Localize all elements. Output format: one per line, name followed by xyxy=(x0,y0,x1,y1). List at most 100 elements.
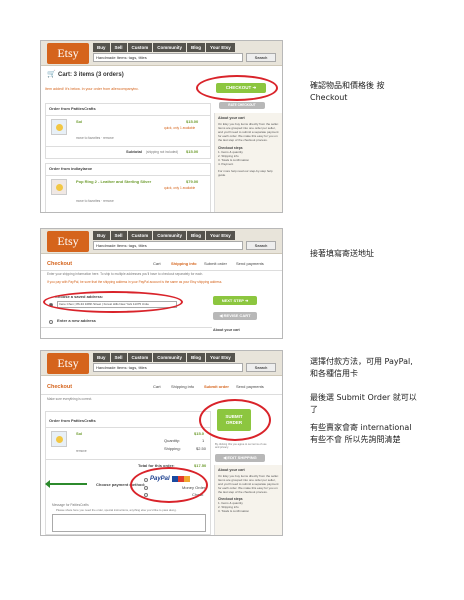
etsy-logo[interactable]: Etsy xyxy=(47,231,89,252)
subtotal-label: Subtotal xyxy=(126,149,142,154)
item1-availability: quick, only 1 available xyxy=(164,126,196,130)
etsy-logo[interactable]: Etsy xyxy=(47,353,89,374)
tab-submit-order[interactable]: Submit order xyxy=(204,261,227,267)
cart-screenshot: Etsy Buy Sell Custom Community Blog Your… xyxy=(40,40,283,213)
item2-thumbnail[interactable] xyxy=(51,179,67,195)
next-step-button[interactable]: NEXT STEP ➜ xyxy=(213,296,257,305)
tab-shipping-info[interactable]: Shipping info xyxy=(171,384,194,390)
tab-send-payments[interactable]: Send payments xyxy=(236,261,264,267)
nav-your-etsy[interactable]: Your Etsy xyxy=(206,43,235,52)
nav-custom[interactable]: Custom xyxy=(127,43,153,52)
item2-price: $79.00 xyxy=(186,179,199,184)
nav-community[interactable]: Community xyxy=(153,353,187,362)
nav-your-etsy[interactable]: Your Etsy xyxy=(206,353,235,362)
divider xyxy=(41,394,282,395)
shipping-screenshot: Etsy Buy Sell Custom Community Blog Your… xyxy=(40,228,283,339)
tab-cart[interactable]: Cart xyxy=(153,261,161,267)
nav-sell[interactable]: Sell xyxy=(110,43,127,52)
caption-payment: 選擇付款方法，可用 PayPal, 和各種信用卡 xyxy=(310,357,413,378)
nav-blog[interactable]: Blog xyxy=(187,231,206,240)
nav-buy[interactable]: Buy xyxy=(93,43,110,52)
tab-submit-order[interactable]: Submit order xyxy=(204,384,229,390)
item1-thumbnail[interactable] xyxy=(51,119,67,135)
divider xyxy=(46,427,210,428)
step-3: 3. Totals & confirmation xyxy=(218,509,250,514)
help-link[interactable]: For more help read our step-by-step help… xyxy=(218,169,279,177)
nav-community[interactable]: Community xyxy=(153,231,187,240)
divider xyxy=(46,175,210,176)
caption-shipping: 接著填寫寄送地址 xyxy=(310,249,374,258)
search-input[interactable]: Handmade Items: tags, titles xyxy=(93,363,243,372)
subtotal-value: $15.00 xyxy=(186,149,199,154)
order-header: Order from PattiesCrafts xyxy=(49,418,96,423)
rate-checkout-button[interactable]: RATE CHECKOUT xyxy=(219,102,265,109)
divider xyxy=(46,459,210,460)
item-price: $15.0 xyxy=(194,431,205,436)
checkout-title: Checkout xyxy=(47,384,73,390)
about-title: About your cart xyxy=(218,116,245,120)
item-name[interactable]: Sol xyxy=(76,431,82,437)
nav-your-etsy[interactable]: Your Etsy xyxy=(206,231,235,240)
item-thumbnail[interactable] xyxy=(51,431,67,447)
total-value: $17.50 xyxy=(194,463,207,468)
search-input[interactable]: Handmade Items: tags, titles xyxy=(93,53,243,62)
nav-blog[interactable]: Blog xyxy=(187,353,206,362)
tab-send-payments[interactable]: Send payments xyxy=(236,384,264,390)
search-button[interactable]: Search xyxy=(246,363,276,372)
shipping-label: Shipping: xyxy=(164,446,181,451)
new-address-label[interactable]: Enter a new address xyxy=(57,318,96,324)
item1-name[interactable]: Sol xyxy=(76,119,82,125)
message-hint: Please share here you need the order, sp… xyxy=(56,508,177,512)
subtotal-note: (shipping not included) xyxy=(146,149,179,154)
top-nav: Buy Sell Custom Community Blog Your Etsy xyxy=(93,231,235,240)
etsy-logo[interactable]: Etsy xyxy=(47,43,89,64)
revise-cart-button[interactable]: ◀ REVISE CART xyxy=(213,312,257,320)
shipping-value: $2.50 xyxy=(196,446,207,451)
verify-text: Make sure everything is correct. xyxy=(47,397,93,401)
item1-actions[interactable]: move to favorites · remove xyxy=(76,136,114,141)
about-body: On Etsy you buy items directly from the … xyxy=(218,474,279,494)
search-button[interactable]: Search xyxy=(246,241,276,250)
divider xyxy=(41,270,282,271)
header-bar: Etsy Buy Sell Custom Community Blog Your… xyxy=(41,351,282,376)
nav-buy[interactable]: Buy xyxy=(93,231,110,240)
agree-note: By clicking this you agree to our terms … xyxy=(215,443,267,450)
about-title: About your cart xyxy=(213,328,240,332)
payment-highlight xyxy=(130,467,208,503)
quantity-label: Quantity: xyxy=(164,438,181,443)
caption-checkout: 確認物品和價格後 按 Checkout xyxy=(310,81,385,102)
search-input[interactable]: Handmade Items: tags, titles xyxy=(93,241,243,250)
message-textarea[interactable] xyxy=(52,514,206,532)
intro-text: Enter your shipping information here. To… xyxy=(47,272,204,276)
order1-header: Order from PattiesCrafts xyxy=(49,106,96,111)
nav-sell[interactable]: Sell xyxy=(110,231,127,240)
divider xyxy=(41,327,212,328)
nav-buy[interactable]: Buy xyxy=(93,353,110,362)
search-button[interactable]: Search xyxy=(246,53,276,62)
submit-highlight xyxy=(199,399,271,441)
order-panel-2: Order from indiaylaroe Pop Ring 2 - Leat… xyxy=(45,163,211,212)
item-remove[interactable]: remove xyxy=(76,449,87,454)
about-cart-sidebar: About your cart On Etsy you buy items di… xyxy=(214,465,282,535)
edit-shipping-button[interactable]: ◀ EDIT SHIPPING xyxy=(215,454,265,462)
header-bar: Etsy Buy Sell Custom Community Blog Your… xyxy=(41,229,282,254)
payment-arrow xyxy=(45,480,87,488)
cart-title: Cart: 3 items (3 orders) xyxy=(58,72,124,78)
item2-actions[interactable]: move to favorites · remove xyxy=(76,199,114,204)
nav-custom[interactable]: Custom xyxy=(127,353,153,362)
item2-name[interactable]: Pop Ring 2 - Leather and Sterling Silver xyxy=(76,179,151,185)
tab-cart[interactable]: Cart xyxy=(153,384,161,390)
step-4: 4. Payment xyxy=(218,161,234,166)
nav-blog[interactable]: Blog xyxy=(187,43,206,52)
order2-header: Order from indiaylaroe xyxy=(49,166,93,171)
new-address-radio[interactable] xyxy=(49,320,53,324)
nav-custom[interactable]: Custom xyxy=(127,231,153,240)
paypal-hint: If you pay with PayPal, be sure that the… xyxy=(47,280,223,284)
top-nav: Buy Sell Custom Community Blog Your Etsy xyxy=(93,353,235,362)
tab-shipping-info[interactable]: Shipping info xyxy=(171,261,197,267)
item2-availability: quick, only 1 available xyxy=(164,186,196,190)
checkout-highlight xyxy=(196,75,278,101)
about-cart-sidebar: About your cart On Etsy you buy items di… xyxy=(214,113,282,212)
nav-community[interactable]: Community xyxy=(153,43,187,52)
nav-sell[interactable]: Sell xyxy=(110,353,127,362)
